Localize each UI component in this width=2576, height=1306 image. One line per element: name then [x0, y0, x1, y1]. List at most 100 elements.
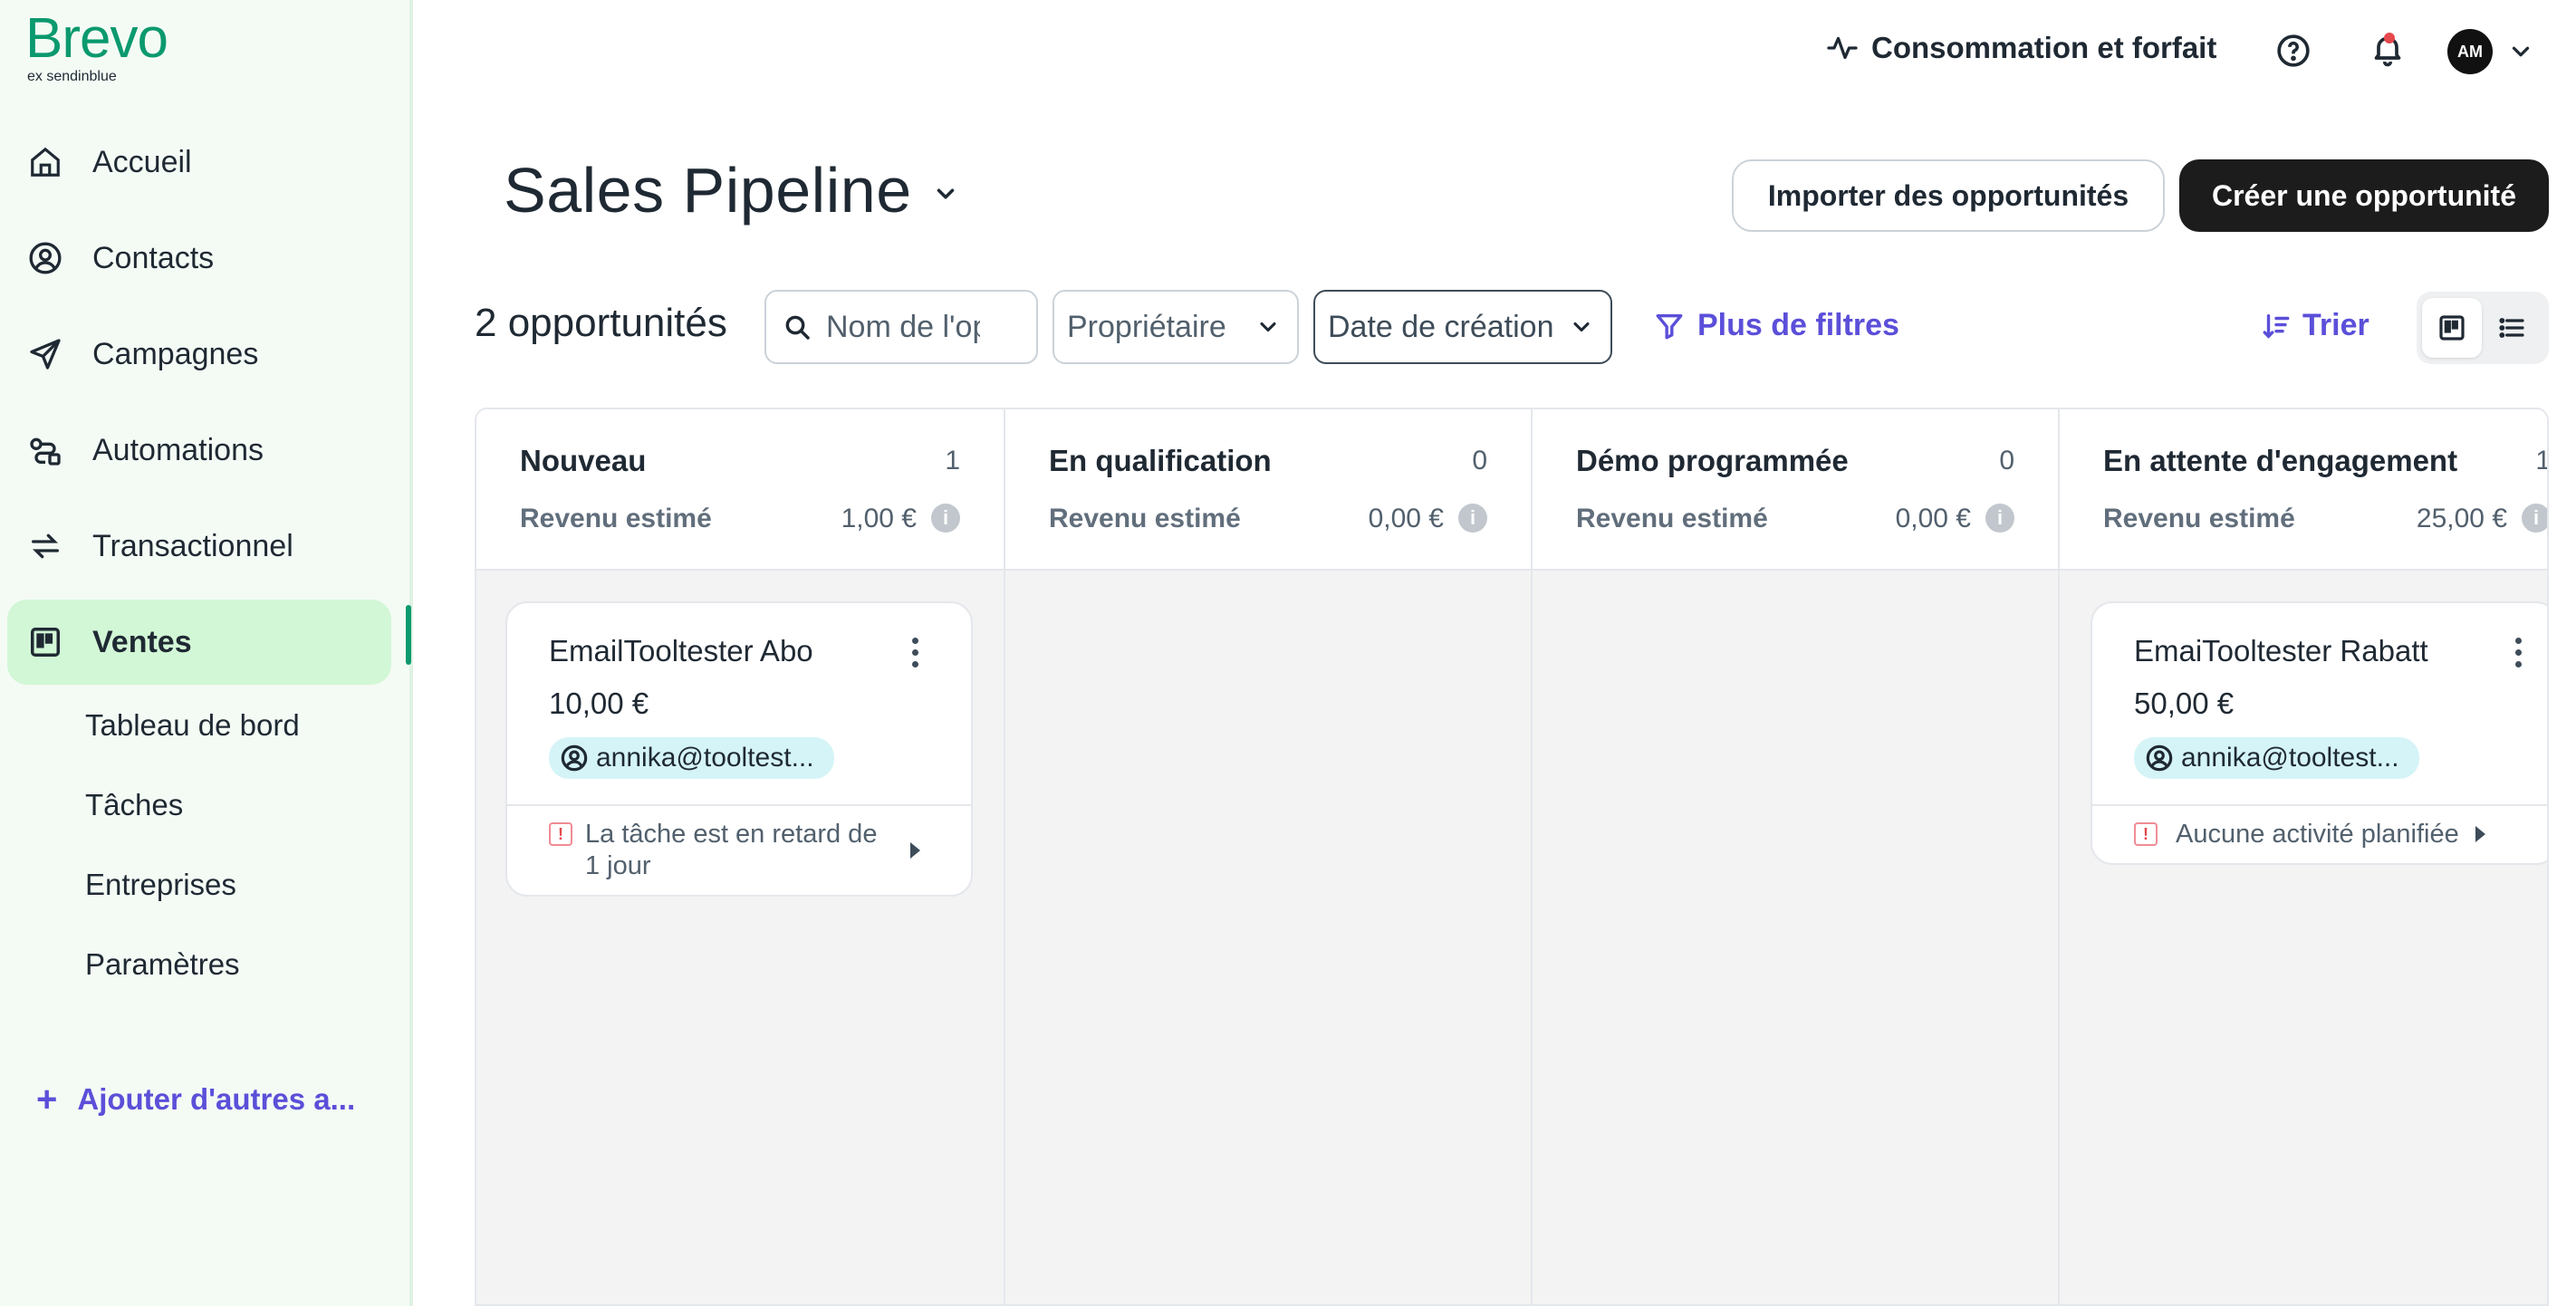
search-input[interactable] — [826, 309, 980, 345]
column-header: En attente d'engagement 1 25,00 € Revenu… — [2060, 409, 2547, 571]
card-activity[interactable]: ! La tâche est en retard de 1 jour — [507, 804, 971, 895]
deal-name[interactable]: EmaiTooltester Rabatt — [2134, 634, 2514, 668]
sidebar-item-label: Contacts — [92, 240, 215, 275]
sort-icon — [2261, 311, 2292, 341]
info-icon[interactable]: i — [1985, 504, 2014, 533]
active-indicator — [406, 605, 411, 665]
sidebar-item-transactionnel[interactable]: Transactionnel — [7, 504, 391, 589]
activity-icon — [1826, 32, 1859, 64]
sidebar-item-automations[interactable]: Automations — [7, 408, 391, 493]
chevron-down-icon[interactable] — [2507, 38, 2534, 70]
add-more-label: Ajouter d'autres a... — [77, 1082, 356, 1116]
create-opportunity-button[interactable]: Créer une opportunité — [2179, 159, 2549, 232]
revenue-value: 0,00 € — [1895, 504, 1971, 533]
sidebar-subitem-tableau-de-bord[interactable]: Tableau de bord — [85, 708, 300, 743]
sort-button[interactable]: Trier — [2261, 308, 2369, 343]
more-options-icon[interactable] — [912, 638, 918, 667]
column-count: 1 — [945, 446, 960, 475]
deal-card[interactable]: EmailTooltester Abo 10,00 € annika@toolt… — [505, 601, 973, 897]
column-count: 0 — [1472, 446, 1487, 475]
help-icon[interactable] — [2275, 33, 2312, 73]
owner-email: annika@tooltest... — [596, 743, 814, 773]
automation-icon — [27, 432, 63, 468]
brand-tagline: ex sendinblue — [27, 69, 117, 84]
sort-label: Trier — [2302, 308, 2369, 342]
caret-right-icon — [910, 842, 920, 859]
plus-icon: + — [36, 1080, 58, 1119]
deal-amount: 10,00 € — [549, 687, 649, 720]
kanban-view-button[interactable] — [2422, 298, 2482, 358]
column-body — [1533, 571, 2058, 1304]
view-toggle — [2417, 292, 2549, 364]
chevron-down-icon — [1255, 314, 1281, 340]
revenue-label: Revenu estimé — [1049, 504, 1241, 533]
sidebar-item-label: Transactionnel — [92, 528, 293, 563]
list-view-button[interactable] — [2482, 298, 2542, 358]
deal-card[interactable]: EmaiTooltester Rabatt 50,00 € annika@too… — [2091, 601, 2547, 865]
sidebar-item-accueil[interactable]: Accueil — [7, 120, 391, 205]
brand-logo[interactable]: Brevo ex sendinblue — [25, 11, 168, 85]
user-icon — [560, 744, 589, 773]
consumption-label: Consommation et forfait — [1871, 31, 2217, 64]
info-icon[interactable]: i — [2522, 504, 2547, 533]
sidebar-subitem-taches[interactable]: Tâches — [85, 788, 183, 822]
add-more-apps-button[interactable]: + Ajouter d'autres a... — [36, 1081, 355, 1118]
kanban-board: Nouveau 1 Revenu estimé 1,00 € i EmailTo… — [475, 408, 2549, 1306]
search-icon — [783, 312, 812, 341]
column-title: En attente d'engagement — [2103, 444, 2458, 477]
column-count: 0 — [1999, 446, 2014, 475]
sidebar: Brevo ex sendinblue Accueil Contacts Cam… — [0, 0, 413, 1306]
more-options-icon[interactable] — [2515, 638, 2522, 667]
home-icon — [27, 144, 63, 180]
column-body — [1005, 571, 1531, 1304]
column-body: EmaiTooltester Rabatt 50,00 € annika@too… — [2060, 571, 2547, 1304]
column-header: Nouveau 1 Revenu estimé 1,00 € i — [476, 409, 1004, 571]
creation-date-select[interactable]: Date de création — [1313, 290, 1612, 364]
pipeline-column-en-qualification: En qualification 0 Revenu estimé 0,00 € … — [1005, 409, 1533, 1304]
card-activity[interactable]: ! Aucune activité planifiée — [2092, 804, 2547, 863]
column-header: Démo programmée 0 Revenu estimé 0,00 € i — [1533, 409, 2058, 571]
kanban-icon — [2437, 313, 2466, 342]
notification-badge — [2384, 33, 2395, 43]
deal-amount: 50,00 € — [2134, 687, 2235, 720]
warning-icon: ! — [549, 822, 572, 846]
sidebar-subitem-entreprises[interactable]: Entreprises — [85, 868, 236, 902]
list-icon — [2497, 313, 2526, 342]
column-header: En qualification 0 Revenu estimé 0,00 € … — [1005, 409, 1531, 571]
opportunity-count: 2 opportunités — [475, 301, 727, 345]
search-field[interactable] — [764, 290, 1038, 364]
board-icon — [27, 624, 63, 660]
column-title: En qualification — [1049, 444, 1272, 477]
column-body: EmailTooltester Abo 10,00 € annika@toolt… — [476, 571, 1004, 1304]
caret-right-icon — [2475, 826, 2485, 843]
owner-chip[interactable]: annika@tooltest... — [549, 737, 834, 779]
revenue-value: 0,00 € — [1368, 504, 1444, 533]
sidebar-item-label: Campagnes — [92, 336, 259, 371]
revenue-label: Revenu estimé — [520, 504, 712, 533]
user-icon — [2145, 744, 2174, 773]
sidebar-item-campagnes[interactable]: Campagnes — [7, 312, 391, 397]
revenue-value: 25,00 € — [2416, 504, 2507, 533]
avatar[interactable]: AM — [2447, 29, 2493, 74]
sidebar-item-ventes[interactable]: Ventes — [7, 600, 391, 685]
owner-select-label: Propriétaire — [1067, 309, 1226, 344]
consumption-plan-link[interactable]: Consommation et forfait — [1826, 31, 2216, 65]
transfer-icon — [27, 528, 63, 564]
import-opportunities-button[interactable]: Importer des opportunités — [1732, 159, 2165, 232]
info-icon[interactable]: i — [931, 504, 960, 533]
more-filters-button[interactable]: Plus de filtres — [1654, 308, 1899, 343]
deal-name[interactable]: EmailTooltester Abo — [549, 634, 929, 668]
filter-icon — [1654, 311, 1685, 341]
sidebar-item-label: Ventes — [92, 624, 192, 659]
info-icon[interactable]: i — [1458, 504, 1487, 533]
brand-name: Brevo — [25, 7, 168, 70]
owner-select[interactable]: Propriétaire — [1053, 290, 1299, 364]
owner-chip[interactable]: annika@tooltest... — [2134, 737, 2419, 779]
more-filters-label: Plus de filtres — [1697, 308, 1899, 342]
sidebar-subitem-parametres[interactable]: Paramètres — [85, 947, 240, 982]
revenue-label: Revenu estimé — [2103, 504, 2295, 533]
column-title: Démo programmée — [1576, 444, 1849, 477]
pipeline-selector[interactable]: Sales Pipeline — [504, 154, 959, 226]
activity-alert: La tâche est en retard de 1 jour — [585, 820, 878, 880]
sidebar-item-contacts[interactable]: Contacts — [7, 216, 391, 301]
